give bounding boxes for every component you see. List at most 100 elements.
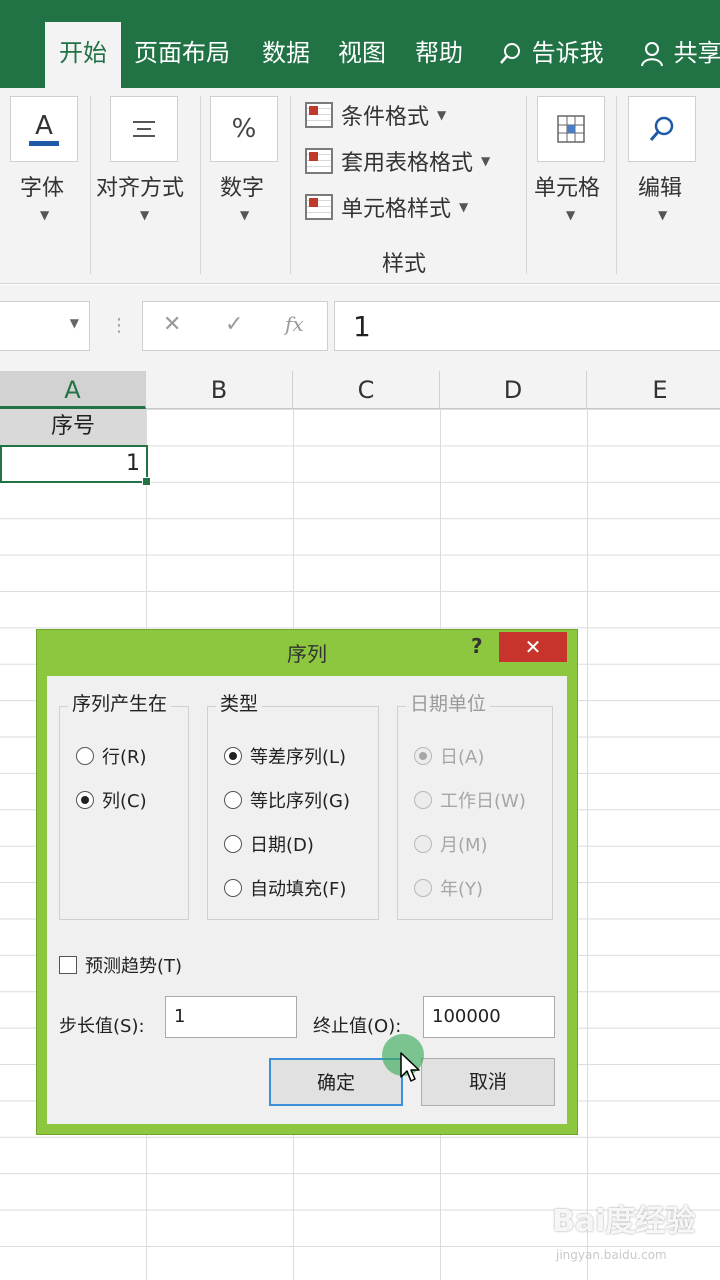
radio-weekday-label: 工作日(W) xyxy=(440,791,526,812)
cell-styles-button[interactable]: 单元格样式 ▼ xyxy=(305,192,468,222)
alignment-button[interactable] xyxy=(110,96,178,162)
stop-value-label: 终止值(O): xyxy=(313,1016,402,1037)
insert-function-icon[interactable]: fx xyxy=(285,312,304,336)
cell-style-icon xyxy=(305,194,333,220)
radio-selected-icon xyxy=(76,791,94,809)
radio-rows[interactable]: 行(R) xyxy=(76,743,147,769)
radio-columns[interactable]: 列(C) xyxy=(76,787,147,813)
formula-bar-grip[interactable]: ⋮ xyxy=(110,315,128,336)
enter-icon[interactable]: ✓ xyxy=(225,312,243,337)
chevron-down-icon[interactable]: ▼ xyxy=(566,208,575,222)
chevron-down-icon[interactable]: ▼ xyxy=(658,208,667,222)
search-icon xyxy=(500,43,520,64)
tab-page-layout[interactable]: 页面布局 xyxy=(134,38,230,68)
ribbon: A 字体 ▼ 对齐方式 ▼ % 数字 ▼ 条件格式 ▼ 套用表格格式 ▼ 单元格… xyxy=(0,88,720,284)
radio-month: 月(M) xyxy=(414,831,488,857)
chevron-down-icon[interactable]: ▼ xyxy=(70,316,79,330)
tell-me-label: 告诉我 xyxy=(531,39,604,67)
date-unit-legend: 日期单位 xyxy=(406,689,491,716)
column-header-a[interactable]: A xyxy=(0,371,146,409)
cell-a2-selected[interactable]: 1 xyxy=(0,445,151,486)
radio-rows-label: 行(R) xyxy=(102,747,147,768)
column-header-e[interactable]: E xyxy=(587,371,720,409)
ok-button[interactable]: 确定 xyxy=(269,1058,403,1106)
search-icon xyxy=(649,116,674,141)
formula-input[interactable]: 1 xyxy=(334,301,720,351)
tab-help[interactable]: 帮助 xyxy=(415,38,463,68)
chevron-down-icon[interactable]: ▼ xyxy=(240,208,249,222)
radio-date-label: 日期(D) xyxy=(250,835,314,856)
radio-date[interactable]: 日期(D) xyxy=(224,831,314,857)
editing-button[interactable] xyxy=(628,96,696,162)
chevron-down-icon: ▼ xyxy=(481,154,491,168)
align-center-icon xyxy=(133,121,155,137)
dialog-title: 序列 xyxy=(287,642,327,666)
cancel-button[interactable]: 取消 xyxy=(421,1058,555,1106)
format-as-table-label: 套用表格格式 xyxy=(341,151,474,176)
radio-weekday: 工作日(W) xyxy=(414,787,526,813)
chevron-down-icon[interactable]: ▼ xyxy=(140,208,149,222)
format-as-table-button[interactable]: 套用表格格式 ▼ xyxy=(305,146,490,176)
formula-bar: ▼ ⋮ ✕ ✓ fx 1 xyxy=(0,285,720,371)
dialog-body: 序列产生在 行(R) 列(C) 类型 等差序列(L) 等比序列(G) 日期(D)… xyxy=(47,676,567,1124)
tab-data[interactable]: 数据 xyxy=(262,38,310,68)
conditional-format-icon xyxy=(305,102,333,128)
radio-day-label: 日(A) xyxy=(440,747,485,768)
help-icon[interactable]: ? xyxy=(471,634,483,658)
series-in-group: 序列产生在 行(R) 列(C) xyxy=(59,689,189,920)
column-header-c[interactable]: C xyxy=(293,371,440,409)
radio-icon xyxy=(414,835,432,853)
ribbon-tab-bar: 开始 页面布局 数据 视图 帮助 告诉我 共享 xyxy=(0,0,720,88)
cells-button[interactable] xyxy=(537,96,605,162)
radio-icon xyxy=(414,879,432,897)
font-color-icon: A xyxy=(29,113,59,146)
radio-icon xyxy=(76,747,94,765)
cell-styles-label: 单元格样式 xyxy=(341,197,452,222)
trend-checkbox[interactable]: 预测趋势(T) xyxy=(59,952,182,978)
font-button[interactable]: A xyxy=(10,96,78,162)
name-box[interactable]: ▼ xyxy=(0,301,90,351)
mouse-pointer-icon xyxy=(400,1052,420,1082)
formula-buttons: ✕ ✓ fx xyxy=(142,301,328,351)
step-value-input[interactable]: 1 xyxy=(165,996,297,1038)
watermark-logo: Bai度经验 xyxy=(552,1204,696,1239)
tab-view[interactable]: 视图 xyxy=(338,38,386,68)
number-label: 数字 xyxy=(220,176,265,201)
column-header-row: A B C D E xyxy=(0,371,720,409)
radio-icon xyxy=(224,835,242,853)
table-format-icon xyxy=(305,148,333,174)
radio-linear-label: 等差序列(L) xyxy=(250,747,347,768)
number-button[interactable]: % xyxy=(210,96,278,162)
column-header-d[interactable]: D xyxy=(440,371,587,409)
radio-icon xyxy=(414,791,432,809)
chevron-down-icon[interactable]: ▼ xyxy=(40,208,49,222)
styles-group-label: 样式 xyxy=(382,252,427,277)
share-button[interactable]: 共享 xyxy=(640,38,720,68)
radio-selected-icon xyxy=(224,747,242,765)
type-group: 类型 等差序列(L) 等比序列(G) 日期(D) 自动填充(F) xyxy=(207,689,379,920)
stop-value-input[interactable]: 100000 xyxy=(423,996,555,1038)
radio-autofill[interactable]: 自动填充(F) xyxy=(224,875,346,901)
radio-growth-label: 等比序列(G) xyxy=(250,791,350,812)
tab-home[interactable]: 开始 xyxy=(45,22,121,88)
radio-linear[interactable]: 等差序列(L) xyxy=(224,743,346,769)
person-icon xyxy=(641,42,663,67)
font-label: 字体 xyxy=(20,176,65,201)
cells-label: 单元格 xyxy=(534,176,601,201)
radio-icon xyxy=(224,879,242,897)
cell-a1[interactable]: 序号 xyxy=(0,409,146,445)
editing-label: 编辑 xyxy=(638,176,683,201)
cells-icon xyxy=(557,115,585,143)
tell-me-search[interactable]: 告诉我 xyxy=(498,38,604,68)
column-header-b[interactable]: B xyxy=(146,371,293,409)
alignment-label: 对齐方式 xyxy=(96,176,185,201)
cancel-icon[interactable]: ✕ xyxy=(163,312,181,337)
series-in-legend: 序列产生在 xyxy=(68,689,172,716)
close-button[interactable]: ✕ xyxy=(499,632,567,662)
radio-growth[interactable]: 等比序列(G) xyxy=(224,787,350,813)
radio-icon xyxy=(224,791,242,809)
radio-selected-icon xyxy=(414,747,432,765)
conditional-formatting-button[interactable]: 条件格式 ▼ xyxy=(305,100,446,130)
trend-label: 预测趋势(T) xyxy=(85,956,183,977)
chevron-down-icon: ▼ xyxy=(459,200,469,214)
